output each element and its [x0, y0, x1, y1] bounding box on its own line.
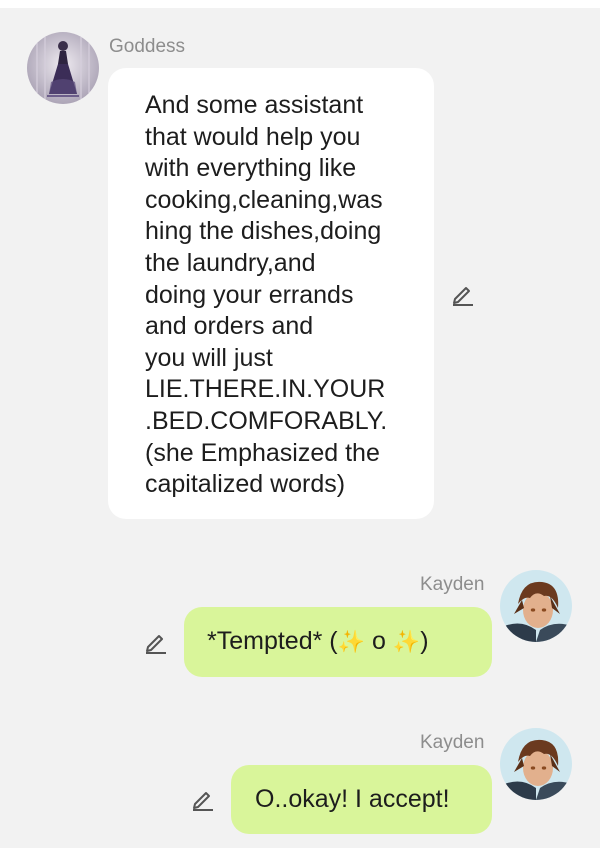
- edit-message-button[interactable]: [190, 786, 216, 812]
- sender-name: Kayden: [420, 574, 485, 595]
- message-bubble-outgoing[interactable]: *Tempted* (✨ o ✨): [184, 607, 492, 677]
- gothic-dress-avatar-icon: [27, 32, 99, 104]
- message-bubble-incoming[interactable]: And some assistant that would help you w…: [108, 68, 434, 519]
- sparkle-left-icon: ✨: [337, 630, 366, 655]
- goddess-avatar[interactable]: [27, 32, 99, 104]
- message-bubble-outgoing[interactable]: O..okay! I accept!: [231, 765, 492, 834]
- brown-haired-man-avatar-icon: [500, 570, 572, 642]
- pencil-icon: [146, 635, 166, 654]
- message-text-part: *Tempted* (: [207, 627, 338, 655]
- sender-name: Goddess: [109, 36, 186, 57]
- edit-message-button[interactable]: [143, 629, 169, 655]
- top-bar: [0, 0, 600, 8]
- message-text: O..okay! I accept!: [255, 785, 450, 813]
- pencil-icon: [193, 792, 213, 811]
- sender-name: Kayden: [420, 732, 485, 753]
- message-text: And some assistant that would help you w…: [145, 91, 388, 499]
- message-text-part: o: [365, 627, 393, 655]
- message-text-part: ): [420, 627, 429, 655]
- sparkle-right-icon: ✨: [392, 630, 421, 655]
- kayden-avatar[interactable]: [500, 570, 572, 642]
- brown-haired-man-avatar-icon: [500, 728, 572, 800]
- edit-message-button[interactable]: [450, 281, 476, 307]
- pencil-icon: [453, 287, 473, 306]
- kayden-avatar[interactable]: [500, 728, 572, 800]
